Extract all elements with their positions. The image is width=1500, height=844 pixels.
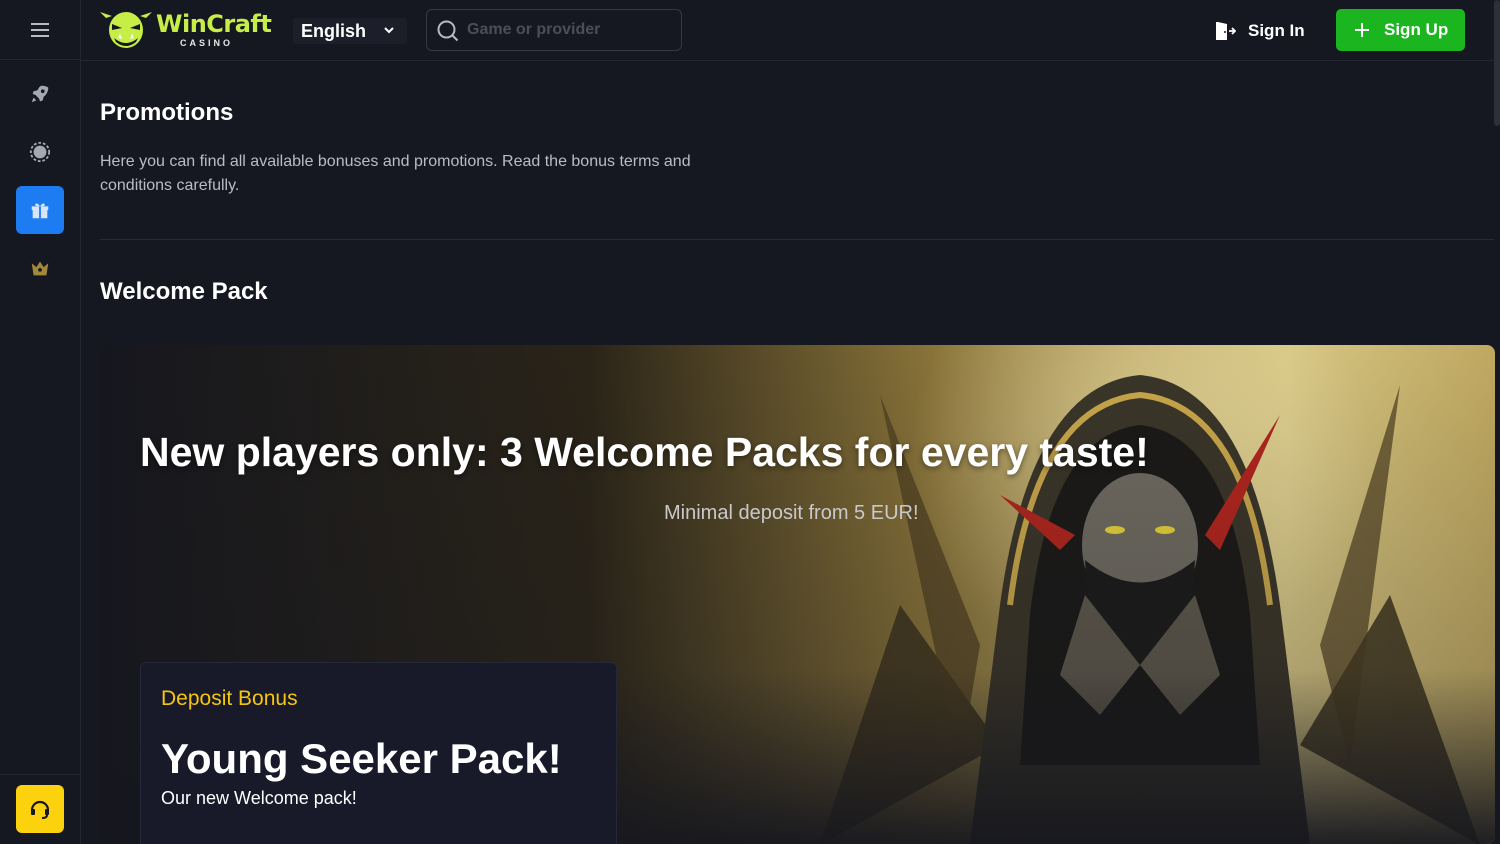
section-divider [100, 239, 1494, 240]
banner-headline: New players only: 3 Welcome Packs for ev… [140, 429, 1149, 475]
crown-icon [31, 261, 49, 276]
page-title: Promotions [100, 99, 234, 126]
sidebar-item-casino[interactable] [16, 128, 64, 176]
support-button[interactable] [16, 785, 64, 833]
sidebar [0, 0, 81, 844]
section-title: Welcome Pack [100, 278, 268, 305]
sidebar-item-games[interactable] [16, 70, 64, 118]
rocket-icon [31, 85, 49, 103]
brand-logo[interactable]: WinCraft CASINO [100, 8, 272, 52]
scrollbar-thumb[interactable] [1494, 0, 1500, 126]
bonus-card[interactable]: Deposit Bonus Young Seeker Pack! Our new… [140, 662, 617, 844]
sign-up-label: Sign Up [1384, 20, 1449, 39]
sign-in-button[interactable]: Sign In [1214, 16, 1305, 46]
search-input[interactable] [467, 18, 667, 42]
sidebar-footer [0, 774, 80, 844]
language-selector[interactable]: English [293, 18, 407, 44]
sign-up-button[interactable]: Sign Up [1336, 9, 1465, 51]
banner-subtext: Minimal deposit from 5 EUR! [664, 502, 919, 524]
brand-subtitle: CASINO [180, 38, 234, 48]
menu-toggle-button[interactable] [0, 0, 80, 60]
main-content: Promotions Here you can find all availab… [81, 61, 1495, 844]
search-icon [437, 20, 459, 42]
bonus-card-description: Our new Welcome pack! [161, 788, 357, 808]
login-door-icon [1216, 22, 1236, 40]
language-label: English [301, 20, 367, 41]
sidebar-item-vip[interactable] [16, 244, 64, 292]
sign-in-label: Sign In [1248, 21, 1305, 40]
top-bar: WinCraft CASINO English Sign In Sign Up [81, 0, 1494, 61]
bonus-card-title: Young Seeker Pack! [161, 735, 562, 782]
bonus-card-tag: Deposit Bonus [161, 687, 298, 710]
gift-icon [31, 203, 49, 219]
chevron-down-icon [384, 27, 394, 34]
orc-mascot-icon [100, 12, 152, 48]
page-description: Here you can find all available bonuses … [100, 153, 691, 194]
sidebar-item-promotions[interactable] [16, 186, 64, 234]
headset-icon [30, 800, 50, 819]
welcome-pack-banner[interactable]: New players only: 3 Welcome Packs for ev… [100, 345, 1495, 844]
search-box [426, 9, 682, 51]
casino-chip-icon [29, 141, 51, 163]
brand-name: WinCraft [156, 10, 272, 38]
plus-icon [1355, 23, 1369, 37]
hamburger-icon [31, 22, 49, 37]
